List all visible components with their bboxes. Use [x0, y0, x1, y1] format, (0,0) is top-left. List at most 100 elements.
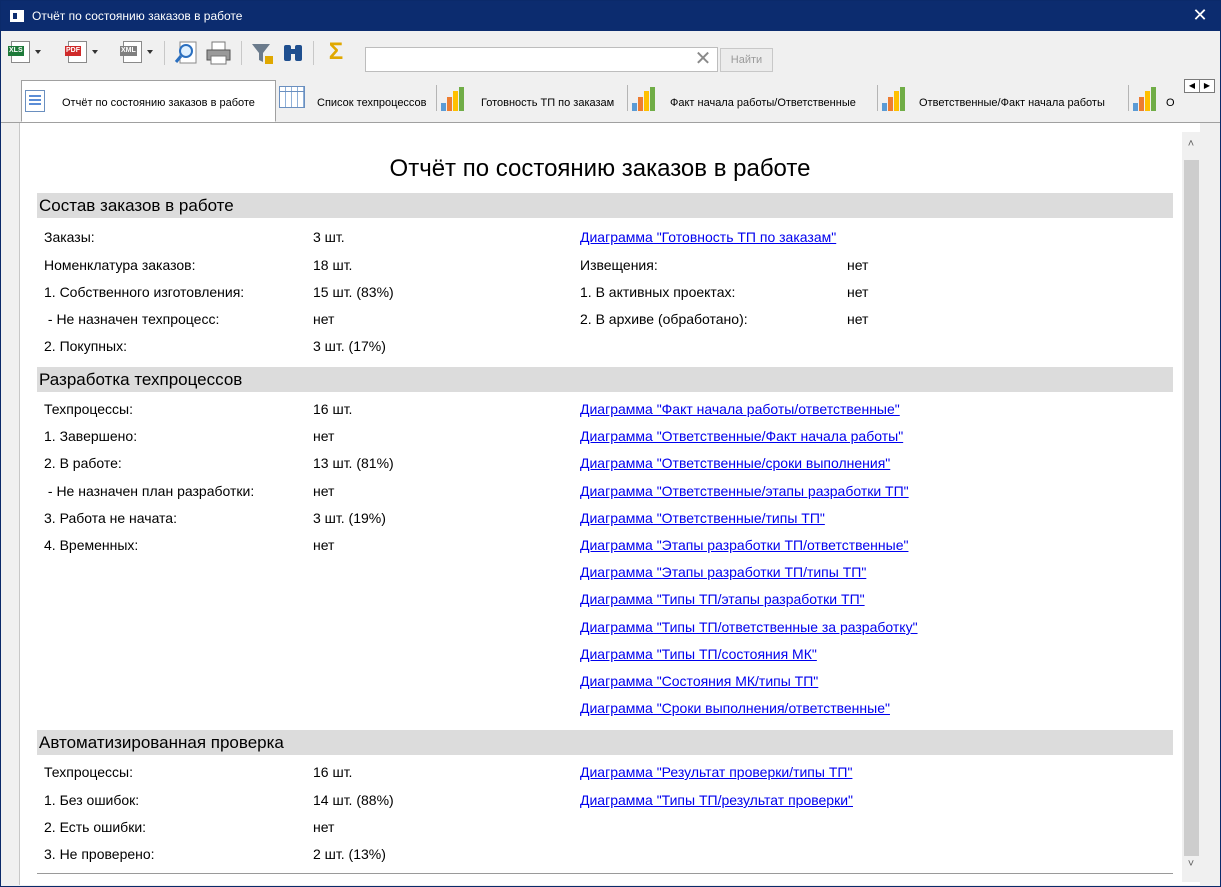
chart-link[interactable]: Диаграмма "Типы ТП/состояния МК" — [580, 646, 817, 662]
scroll-up-button[interactable]: ˄ — [1182, 138, 1200, 158]
toolbar-separator — [241, 41, 242, 65]
row-label: Техпроцессы: — [44, 401, 133, 417]
row-value: 16 шт. — [313, 401, 353, 417]
report-window: Отчёт по состоянию заказов в работе ✕ XL… — [0, 0, 1221, 887]
preview-button[interactable] — [174, 41, 200, 65]
row-value: 2 шт. (13%) — [313, 846, 386, 862]
notice-label: 1. В активных проектах: — [580, 284, 736, 300]
chart-link[interactable]: Диаграмма "Готовность ТП по заказам" — [580, 229, 836, 245]
chart-link[interactable]: Диаграмма "Результат проверки/типы ТП" — [580, 764, 852, 780]
toolbar-separator — [313, 41, 314, 65]
row-label: - Не назначен план разработки: — [44, 483, 255, 499]
export-excel-button[interactable]: XLS — [8, 41, 41, 65]
notice-label: Извещения: — [580, 257, 658, 273]
chart-link[interactable]: Диаграмма "Этапы разработки ТП/ответстве… — [580, 537, 908, 553]
row-label: Заказы: — [44, 229, 95, 245]
row-label: 3. Не проверено: — [44, 846, 155, 862]
tab-scroll-right-button[interactable]: ▶ — [1199, 79, 1215, 93]
tab-label: Факт начала работы/Ответственные — [670, 97, 856, 109]
filter-button[interactable] — [250, 41, 276, 65]
row-label: 1. Завершено: — [44, 428, 138, 444]
row-value: 18 шт. — [313, 257, 353, 273]
row-value: 3 шт. (19%) — [313, 510, 386, 526]
row-value: нет — [313, 311, 335, 327]
find-submit-button[interactable]: Найти — [720, 48, 773, 72]
row-value: 14 шт. (88%) — [313, 792, 394, 808]
sum-icon: Σ — [328, 38, 344, 65]
tab-label: Ответственные/Факт начала работы — [919, 97, 1105, 109]
chart-link[interactable]: Диаграмма "Факт начала работы/ответствен… — [580, 401, 900, 417]
close-button[interactable]: ✕ — [1180, 1, 1220, 31]
clear-search-icon[interactable]: ✕ — [693, 49, 713, 70]
tab-report[interactable]: Отчёт по состоянию заказов в работе — [21, 80, 276, 122]
chart-link[interactable]: Диаграмма "Ответственные/типы ТП" — [580, 510, 825, 526]
window-title: Отчёт по состоянию заказов в работе — [32, 9, 243, 23]
tab-scroll-left-button[interactable]: ◀ — [1184, 79, 1200, 93]
notice-value: нет — [847, 311, 869, 327]
tab-separator — [436, 85, 437, 111]
bar-chart-icon — [632, 87, 656, 111]
export-pdf-button[interactable]: PDF — [65, 41, 98, 65]
row-value: нет — [313, 819, 335, 835]
binoculars-icon — [284, 45, 302, 61]
tab-overflow[interactable]: О — [1133, 81, 1181, 115]
chevron-down-icon[interactable] — [147, 50, 153, 54]
notice-value: нет — [847, 257, 869, 273]
printer-icon — [206, 41, 231, 65]
chart-link[interactable]: Диаграмма "Типы ТП/ответственные за разр… — [580, 619, 918, 635]
preview-icon — [174, 41, 197, 64]
chart-link[interactable]: Диаграмма "Состояния МК/типы ТП" — [580, 673, 818, 689]
chevron-down-icon[interactable] — [92, 50, 98, 54]
row-label: - Не назначен техпроцесс: — [44, 311, 220, 327]
report-title: Отчёт по состоянию заказов в работе — [389, 155, 811, 182]
chart-link[interactable]: Диаграмма "Ответственные/Факт начала раб… — [580, 428, 903, 444]
chart-link[interactable]: Диаграмма "Типы ТП/этапы разработки ТП" — [580, 591, 865, 607]
tab-separator — [627, 85, 628, 111]
excel-icon: XLS — [8, 41, 30, 63]
row-value: нет — [313, 428, 335, 444]
vertical-scrollbar[interactable]: ˄ ˅ — [1182, 132, 1200, 882]
report-content: Отчёт по состоянию заказов в работе Сост… — [19, 123, 1200, 885]
find-button[interactable] — [281, 41, 307, 65]
bar-chart-icon — [882, 87, 906, 111]
table-icon — [279, 86, 305, 108]
chevron-down-icon[interactable] — [35, 50, 41, 54]
chart-link[interactable]: Диаграмма "Этапы разработки ТП/типы ТП" — [580, 564, 866, 580]
toolbar-separator — [164, 41, 165, 65]
notice-label: 2. В архиве (обработано): — [580, 311, 748, 327]
row-label: 2. Покупных: — [44, 338, 127, 354]
tab-process-list[interactable]: Список техпроцессов — [279, 81, 437, 115]
tab-bar: Отчёт по состоянию заказов в работе Спис… — [1, 75, 1220, 123]
bar-chart-icon — [1133, 87, 1157, 111]
row-value: 13 шт. (81%) — [313, 455, 394, 471]
chart-link[interactable]: Диаграмма "Ответственные/этапы разработк… — [580, 483, 909, 499]
row-label: 2. В работе: — [44, 455, 122, 471]
tab-separator — [1128, 85, 1129, 111]
section-header-development: Разработка техпроцессов — [37, 367, 1173, 392]
chart-link[interactable]: Диаграмма "Типы ТП/результат проверки" — [580, 792, 853, 808]
sum-button[interactable]: Σ — [323, 38, 349, 65]
print-button[interactable] — [205, 41, 233, 65]
chart-link[interactable]: Диаграмма "Сроки выполнения/ответственны… — [580, 700, 890, 716]
pdf-icon: PDF — [65, 41, 87, 63]
tab-responsible-chart[interactable]: Ответственные/Факт начала работы — [882, 81, 1127, 115]
scroll-down-button[interactable]: ˅ — [1182, 858, 1200, 878]
row-value: 16 шт. — [313, 764, 353, 780]
scroll-thumb[interactable] — [1184, 160, 1199, 856]
export-xml-button[interactable]: XML — [120, 41, 153, 65]
tab-label: Список техпроцессов — [317, 97, 427, 109]
tab-separator — [877, 85, 878, 111]
row-label: Номенклатура заказов: — [44, 257, 196, 273]
notice-value: нет — [847, 284, 869, 300]
section-header-orders: Состав заказов в работе — [37, 193, 1173, 218]
row-label: 3. Работа не начата: — [44, 510, 177, 526]
row-value: 15 шт. (83%) — [313, 284, 394, 300]
section-header-verification: Автоматизированная проверка — [37, 730, 1173, 755]
row-value: нет — [313, 537, 335, 553]
tab-readiness-chart[interactable]: Готовность ТП по заказам — [441, 81, 627, 115]
search-field[interactable]: ✕ — [365, 47, 718, 72]
chart-link[interactable]: Диаграмма "Ответственные/сроки выполнени… — [580, 455, 890, 471]
search-input[interactable] — [369, 50, 689, 69]
report-divider — [37, 873, 1173, 874]
tab-start-fact-chart[interactable]: Факт начала работы/Ответственные — [632, 81, 877, 115]
